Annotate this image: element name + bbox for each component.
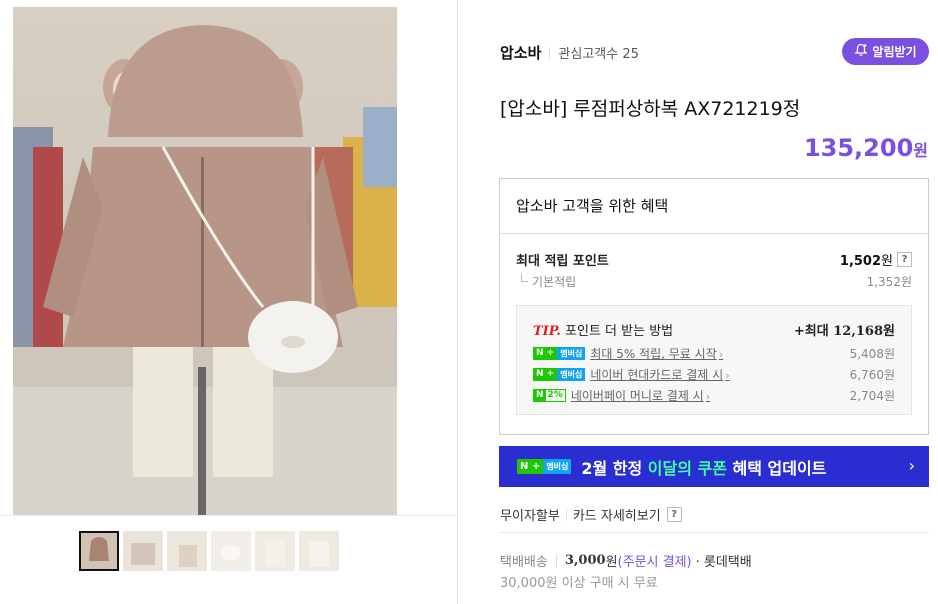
membership-coupon-banner[interactable]: N + 멤버십 2월 한정 이달의 쿠폰 혜택 업데이트 ›	[499, 446, 929, 487]
product-title: [압소바] 루점퍼상하복 AX721219정	[500, 98, 801, 120]
tip-link-membership[interactable]: 최대 5% 적립, 무료 시작 ›	[590, 345, 723, 362]
tip-row-value: 5,408원	[849, 347, 895, 361]
separator	[555, 554, 557, 567]
thumbnail-2[interactable]	[123, 531, 163, 571]
tip-max-unit: 원	[883, 324, 895, 339]
tip-max-number: 12,168	[833, 324, 884, 339]
free-shipping-text: 30,000원 이상 구매 시 무료	[500, 576, 658, 591]
tip-box: TIP. 포인트 더 받는 방법 +최대 12,168원 N + 멤버십 최대 5…	[516, 305, 912, 415]
base-point-label: 기본적립	[516, 273, 576, 290]
benefit-header: 압소바 고객을 위한 혜택	[500, 179, 928, 234]
max-point-label: 최대 적립 포인트	[516, 254, 609, 269]
tip-row-membership: N + 멤버십 최대 5% 적립, 무료 시작 › 5,408원	[533, 345, 895, 362]
installment-label: 무이자할부	[500, 509, 560, 524]
chevron-right-icon: ›	[725, 369, 730, 382]
tip-header: TIP. 포인트 더 받는 방법 +최대 12,168원	[533, 320, 895, 339]
store-info: 압소바 관심고객수 25	[500, 42, 639, 63]
shipping-condition: (주문시 결제)	[617, 555, 692, 570]
tip-row-value: 6,760원	[849, 368, 895, 382]
tip-max-label: +최대	[793, 324, 829, 339]
chevron-right-icon: ›	[908, 456, 915, 475]
benefit-box: 압소바 고객을 위한 혜택 최대 적립 포인트 1,502원 ? 기본적립 1,…	[499, 178, 929, 435]
max-point-value: 1,502원 ?	[840, 250, 912, 269]
price-value: 135,200	[803, 134, 914, 162]
naver-membership-badge: N + 멤버십	[533, 368, 586, 381]
shipping-fee: 3,000	[564, 553, 606, 568]
tip-title: 포인트 더 받는 방법	[565, 324, 674, 339]
naver-membership-badge: N + 멤버십	[533, 347, 586, 360]
shipping-carrier: · 롯데택배	[695, 555, 752, 570]
section-divider	[499, 532, 929, 533]
max-point-row: 최대 적립 포인트 1,502원 ?	[516, 250, 912, 269]
max-point-unit: 원	[881, 254, 893, 269]
thumbnail-3[interactable]	[167, 531, 207, 571]
alarm-button[interactable]: 알림받기	[842, 38, 929, 65]
naver-pay-badge: N 2%	[533, 389, 566, 402]
thumbnail-6[interactable]	[299, 531, 339, 571]
alarm-button-label: 알림받기	[872, 45, 917, 59]
store-fans-count: 관심고객수 25	[558, 47, 639, 62]
chevron-right-icon: ›	[705, 390, 711, 403]
product-info-panel: 압소바 관심고객수 25 알림받기 [압소바] 루점퍼상하복 AX721219정…	[459, 0, 938, 604]
price-currency: 원	[913, 141, 928, 160]
shipping-row: 택배배송 3,000 원 (주문시 결제) · 롯데택배	[500, 551, 752, 570]
base-point-value: 1,352원	[866, 275, 912, 289]
store-name[interactable]: 압소바	[500, 42, 541, 63]
tip-link-money[interactable]: 네이버페이 머니로 결제 시 ›	[571, 387, 710, 404]
separator	[549, 46, 551, 59]
naver-membership-badge: N + 멤버십	[517, 459, 572, 474]
product-page: 압소바 관심고객수 25 알림받기 [압소바] 루점퍼상하복 AX721219정…	[0, 0, 938, 604]
tip-link-card[interactable]: 네이버 현대카드로 결제 시 ›	[590, 366, 729, 383]
tip-max-value: +최대 12,168원	[794, 320, 895, 339]
payment-row: 무이자할부 카드 자세히보기 ?	[500, 505, 682, 524]
help-icon[interactable]: ?	[897, 252, 912, 267]
tip-row-money: N 2% 네이버페이 머니로 결제 시 › 2,704원	[533, 387, 895, 404]
tip-word: TIP.	[533, 324, 561, 339]
thumbnail-5[interactable]	[255, 531, 295, 571]
thumbnail-1[interactable]	[79, 531, 119, 571]
product-image-panel	[0, 0, 458, 604]
max-point-number: 1,502	[839, 254, 882, 269]
thumbnail-strip	[79, 531, 339, 571]
product-price: 135,200원	[804, 134, 928, 162]
chevron-right-icon: ›	[718, 348, 724, 361]
banner-text: 2월 한정 이달의 쿠폰 혜택 업데이트	[581, 458, 827, 478]
shipping-label: 택배배송	[500, 555, 548, 570]
thumbnail-4[interactable]	[211, 531, 251, 571]
tip-row-card: N + 멤버십 네이버 현대카드로 결제 시 › 6,760원	[533, 366, 895, 383]
main-product-image[interactable]	[13, 7, 397, 515]
shipping-fee-unit: 원	[605, 555, 618, 570]
separator	[565, 508, 567, 521]
base-point-row: 기본적립 1,352원	[516, 273, 912, 290]
image-divider	[0, 515, 458, 516]
card-detail-link[interactable]: 카드 자세히보기	[573, 505, 661, 524]
bell-plus-icon	[854, 43, 868, 60]
help-icon[interactable]: ?	[666, 507, 682, 522]
tip-row-value: 2,704원	[849, 389, 895, 403]
